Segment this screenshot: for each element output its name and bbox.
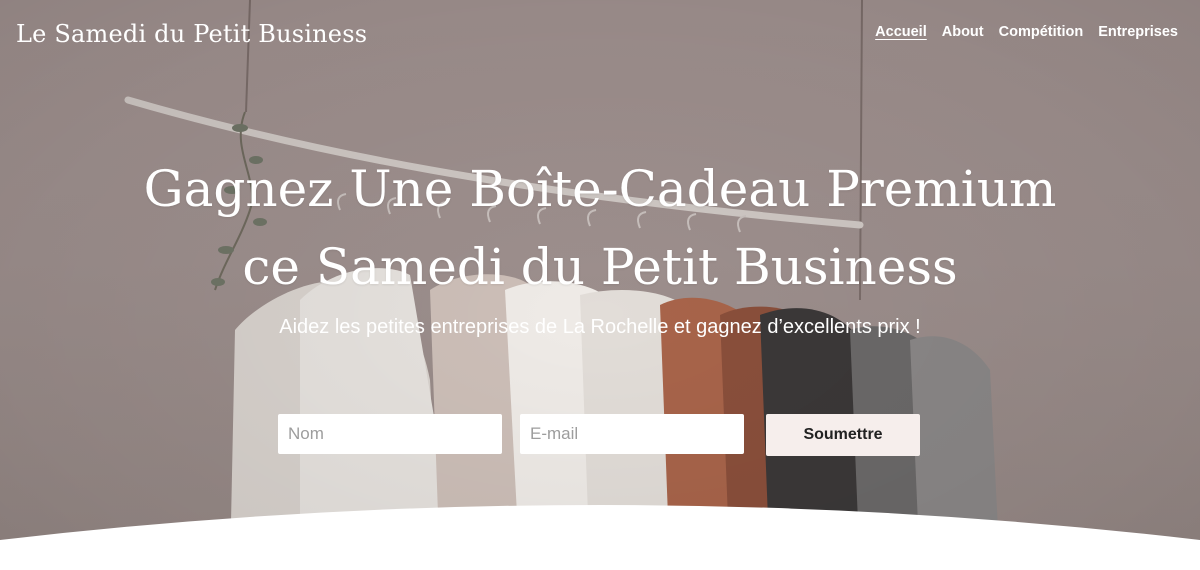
- signup-form: Soumettre: [278, 414, 920, 456]
- nav-item-accueil[interactable]: Accueil: [875, 24, 927, 40]
- nav-item-competition[interactable]: Compétition: [999, 24, 1084, 40]
- hero-subtitle: Aidez les petites entreprises de La Roch…: [279, 316, 921, 338]
- email-input[interactable]: [520, 414, 744, 454]
- nav-item-about[interactable]: About: [942, 24, 984, 40]
- name-input[interactable]: [278, 414, 502, 454]
- hero-headline-line-2: ce Samedi du Petit Business: [242, 238, 958, 296]
- bottom-curve-divider: [0, 505, 1200, 570]
- hero-headline-line-1: Gagnez Une Boîte-Cadeau Premium: [143, 160, 1057, 218]
- submit-button[interactable]: Soumettre: [766, 414, 920, 456]
- main-nav: Accueil About Compétition Entreprises: [875, 24, 1178, 40]
- hero-section: Le Samedi du Petit Business Accueil Abou…: [0, 0, 1200, 570]
- site-brand[interactable]: Le Samedi du Petit Business: [16, 20, 367, 48]
- hero-headline: Gagnez Une Boîte-Cadeau Premium ce Samed…: [0, 150, 1200, 306]
- nav-item-entreprises[interactable]: Entreprises: [1098, 24, 1178, 40]
